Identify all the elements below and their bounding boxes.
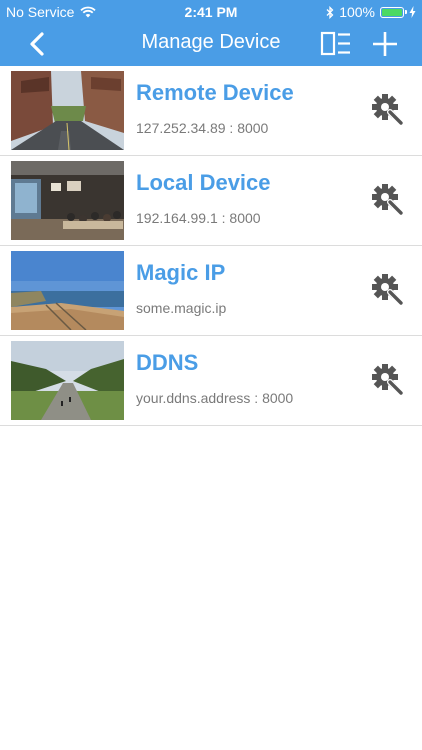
battery-icon: [380, 6, 407, 18]
device-name: Remote Device: [136, 80, 294, 105]
device-name: Local Device: [136, 170, 271, 195]
device-address: 192.164.99.1 : 8000: [136, 210, 261, 226]
device-thumbnail: [11, 251, 124, 330]
charging-icon: [409, 6, 416, 18]
page-title: Manage Device: [141, 31, 281, 53]
device-name: DDNS: [136, 350, 199, 375]
device-thumbnail: [11, 161, 124, 240]
device-thumbnail: [11, 341, 124, 420]
office-photo: [11, 161, 124, 240]
gear-wrench-icon: [372, 184, 404, 216]
gear-wrench-icon: [372, 364, 404, 396]
coast-photo: [11, 251, 124, 330]
device-row-local[interactable]: Local Device 192.164.99.1 : 8000: [0, 156, 422, 246]
park-photo: [11, 341, 124, 420]
add-device-button[interactable]: [370, 29, 400, 59]
device-settings-button[interactable]: [372, 274, 404, 306]
device-settings-button[interactable]: [372, 94, 404, 126]
device-row-magic-ip[interactable]: Magic IP some.magic.ip: [0, 246, 422, 336]
gear-wrench-icon: [372, 94, 404, 126]
battery-fill: [382, 8, 402, 16]
layout-toggle-icon: [320, 31, 350, 56]
layout-toggle-button[interactable]: [320, 30, 352, 58]
device-thumbnail: [11, 71, 124, 150]
device-row-remote[interactable]: Remote Device 127.252.34.89 : 8000: [0, 66, 422, 156]
device-address: 127.252.34.89 : 8000: [136, 120, 269, 136]
status-right: 100%: [326, 4, 416, 20]
top-bar: No Service 2:41 PM 100% Manage Device: [0, 0, 422, 66]
device-name: Magic IP: [136, 260, 226, 285]
status-bar: No Service 2:41 PM 100%: [0, 0, 422, 22]
device-settings-button[interactable]: [372, 184, 404, 216]
plus-icon: [373, 32, 397, 56]
device-row-ddns[interactable]: DDNS your.ddns.address : 8000: [0, 336, 422, 426]
device-address: your.ddns.address : 8000: [136, 390, 294, 406]
device-address: some.magic.ip: [136, 300, 227, 316]
battery-percent: 100%: [339, 4, 375, 20]
device-list: Remote Device 127.252.34.89 : 8000 Local…: [0, 66, 422, 426]
device-settings-button[interactable]: [372, 364, 404, 396]
street-photo: [11, 71, 124, 150]
bluetooth-icon: [326, 5, 334, 19]
nav-bar: Manage Device: [0, 22, 422, 66]
gear-wrench-icon: [372, 274, 404, 306]
